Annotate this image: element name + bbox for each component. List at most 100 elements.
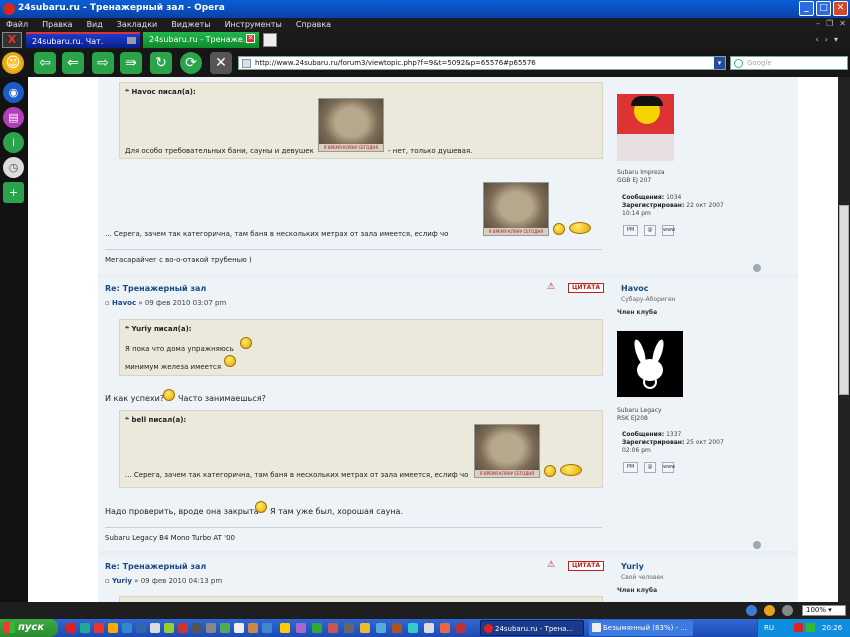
wand-button[interactable]: ✕: [210, 52, 232, 74]
quicklaunch-icon[interactable]: [234, 623, 244, 633]
scrollbar-thumb[interactable]: [839, 205, 849, 395]
opera-unite-icon[interactable]: [746, 605, 757, 616]
tab-bar: X 24subaru.ru. Чат. 24subaru.ru - Тренаж…: [0, 31, 850, 49]
info-panel-icon[interactable]: i: [3, 132, 24, 153]
taskbar-item-paint[interactable]: Безымянный (83%) - ...: [589, 620, 693, 636]
clock[interactable]: 20:26: [822, 624, 842, 632]
tab-scroll-icons[interactable]: ‹›▾: [816, 35, 844, 44]
search-placeholder: Google: [747, 59, 772, 67]
quicklaunch-icon[interactable]: [328, 623, 338, 633]
menu-view[interactable]: Вид: [87, 20, 103, 29]
tray-kaspersky-icon[interactable]: [794, 623, 803, 632]
minimize-button[interactable]: _: [799, 1, 814, 16]
quicklaunch-icon[interactable]: [312, 623, 322, 633]
history-panel-icon[interactable]: ◷: [3, 157, 24, 178]
quicklaunch-icon[interactable]: [392, 623, 402, 633]
pm-button[interactable]: PM: [623, 462, 638, 473]
quicklaunch-folder-icon[interactable]: [108, 623, 118, 633]
opera-menu-button[interactable]: X: [2, 32, 22, 48]
post-meta: ▫ Havoc » 09 фев 2010 03:07 pm: [105, 299, 227, 307]
quicklaunch-star-icon[interactable]: [280, 623, 290, 633]
smiley-widget-icon[interactable]: ☺: [2, 52, 24, 74]
quicklaunch-icon[interactable]: [220, 623, 230, 633]
maximize-button[interactable]: □: [816, 1, 831, 16]
menu-tools[interactable]: Инструменты: [225, 20, 282, 29]
email-button[interactable]: @: [644, 462, 656, 473]
taskbar-item-opera[interactable]: 24subaru.ru - Трена...: [480, 620, 584, 636]
windows-flag-icon: [4, 622, 15, 633]
zoom-level[interactable]: 100% ▾: [802, 605, 846, 616]
quicklaunch-icon[interactable]: [80, 623, 90, 633]
panel-add-icon[interactable]: +: [3, 182, 24, 203]
menu-bookmarks[interactable]: Закладки: [117, 20, 157, 29]
quicklaunch-icon[interactable]: [424, 623, 434, 633]
close-button[interactable]: ✕: [833, 1, 848, 16]
turbo-icon[interactable]: [764, 605, 775, 616]
pm-button[interactable]: PM: [623, 225, 638, 236]
quicklaunch-icon[interactable]: [164, 623, 174, 633]
author-stats: Сообщения: 1337 Зарегистрирован: 25 окт …: [622, 431, 724, 454]
author-name[interactable]: Yuriy: [621, 562, 644, 571]
quicklaunch-opera-icon[interactable]: [94, 623, 104, 633]
email-button[interactable]: @: [644, 225, 656, 236]
quicklaunch-icon[interactable]: [376, 623, 386, 633]
menu-restore-icon[interactable]: ❐: [826, 19, 833, 28]
quicklaunch-kaspersky-icon[interactable]: [66, 623, 76, 633]
quicklaunch-icon[interactable]: [344, 623, 354, 633]
quicklaunch-icon[interactable]: [206, 623, 216, 633]
quicklaunch-icon[interactable]: [122, 623, 132, 633]
new-tab-button[interactable]: [263, 33, 277, 47]
quicklaunch-icon[interactable]: [248, 623, 258, 633]
menu-close-icon[interactable]: ✕: [839, 19, 846, 28]
menu-file[interactable]: Файл: [6, 20, 28, 29]
cat-image: Я ВРЕМЯ КЛЯНУ СЕГОДНЯ: [483, 182, 549, 236]
quote-button[interactable]: ЦИТАТА: [568, 283, 604, 293]
tab-active[interactable]: 24subaru.ru - Тренаже... ✕: [143, 32, 259, 48]
avatar: [617, 331, 683, 397]
bookmarks-panel-icon[interactable]: ◉: [3, 82, 24, 103]
quicklaunch-icon[interactable]: [360, 623, 370, 633]
quicklaunch-word-icon[interactable]: [136, 623, 146, 633]
quote-text: Я пока что дома упражняюсь: [125, 345, 234, 353]
quicklaunch-icon[interactable]: [296, 623, 306, 633]
forward-button[interactable]: ⇨: [92, 52, 114, 74]
tab-close-icon[interactable]: ✕: [246, 34, 255, 43]
start-button[interactable]: пуск: [0, 619, 58, 637]
menu-widgets[interactable]: Виджеты: [171, 20, 210, 29]
back-history-button[interactable]: ⇐: [62, 52, 84, 74]
search-field[interactable]: Google: [730, 56, 848, 70]
back-to-top-button[interactable]: [753, 541, 761, 549]
menu-help[interactable]: Справка: [296, 20, 331, 29]
quicklaunch-icon[interactable]: [440, 623, 450, 633]
post-title[interactable]: Re: Тренажерный зал: [105, 562, 206, 571]
quicklaunch-icon[interactable]: [178, 623, 188, 633]
images-toggle-icon[interactable]: [782, 605, 793, 616]
author-name[interactable]: Havoc: [621, 284, 649, 293]
www-button[interactable]: www: [662, 225, 675, 236]
post-text: Я там уже был, хорошая сауна.: [270, 507, 403, 516]
quote-button[interactable]: ЦИТАТА: [568, 561, 604, 571]
www-button[interactable]: www: [662, 462, 675, 473]
quicklaunch-icon[interactable]: [150, 623, 160, 633]
tray-network-icon[interactable]: [806, 623, 815, 632]
quicklaunch-icon[interactable]: [262, 623, 272, 633]
fast-forward-button[interactable]: ⇛: [120, 52, 142, 74]
back-to-top-button[interactable]: [753, 264, 761, 272]
quicklaunch-icon[interactable]: [192, 623, 202, 633]
quicklaunch-icon[interactable]: [456, 623, 466, 633]
back-button[interactable]: ⇦: [34, 52, 56, 74]
tab-chat[interactable]: 24subaru.ru. Чат.: [26, 32, 140, 48]
address-dropdown-icon[interactable]: ▾: [714, 57, 725, 69]
address-bar[interactable]: http://www.24subaru.ru/forum3/viewtopic.…: [238, 56, 726, 70]
vertical-scrollbar[interactable]: [838, 77, 850, 602]
home-button[interactable]: ⟳: [180, 52, 202, 74]
report-icon[interactable]: ⚠: [546, 560, 556, 570]
menu-minimize-icon[interactable]: –: [816, 19, 820, 28]
language-indicator[interactable]: RU: [764, 624, 774, 632]
quicklaunch-icon[interactable]: [408, 623, 418, 633]
report-icon[interactable]: ⚠: [546, 282, 556, 292]
reload-button[interactable]: ↻: [150, 52, 172, 74]
mail-panel-icon[interactable]: ▤: [3, 107, 24, 128]
post-title[interactable]: Re: Тренажерный зал: [105, 284, 206, 293]
menu-edit[interactable]: Правка: [42, 20, 72, 29]
